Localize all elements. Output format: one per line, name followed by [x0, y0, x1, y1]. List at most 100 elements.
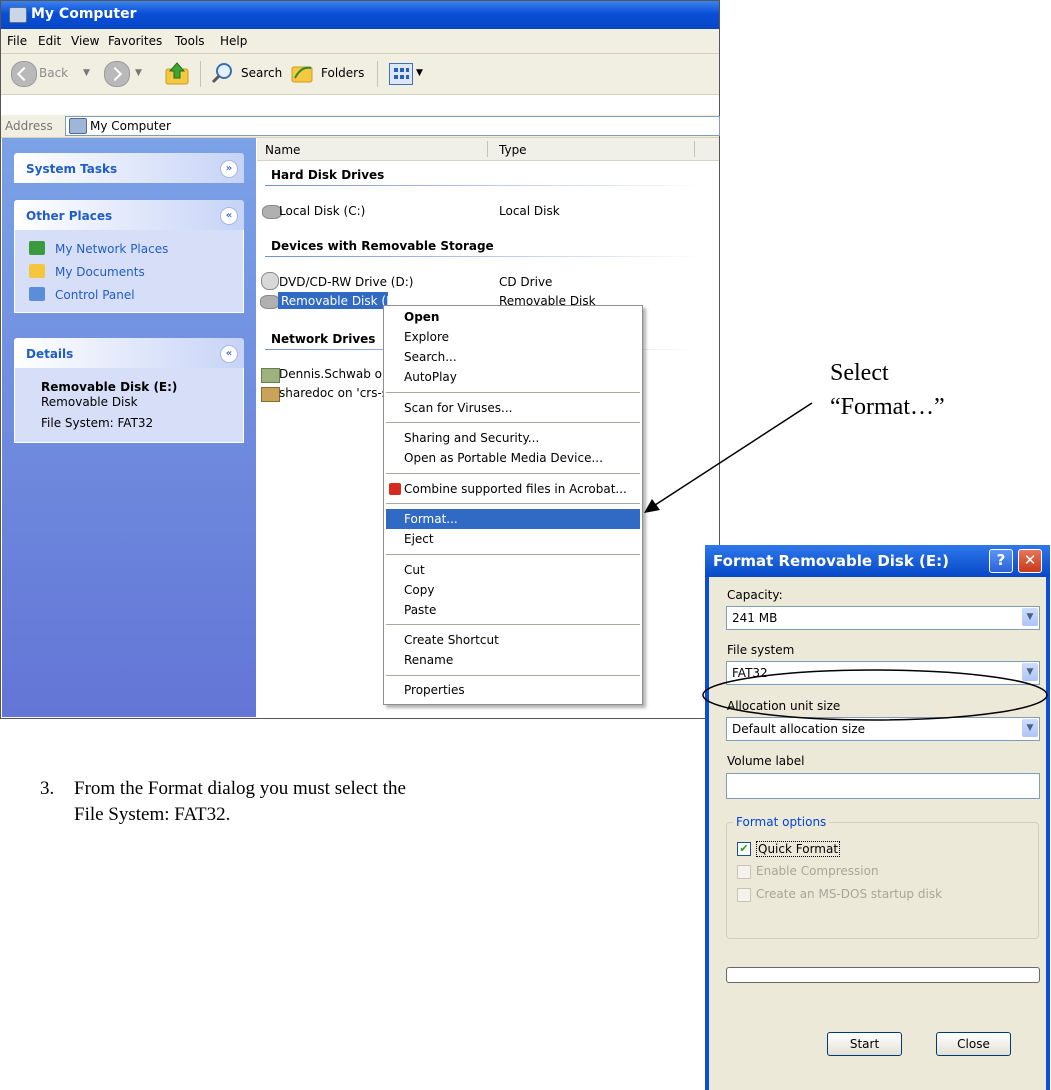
- menu-separator: [386, 503, 640, 504]
- menu-item-rename[interactable]: Rename: [404, 653, 453, 667]
- folders-button[interactable]: Folders: [321, 66, 364, 80]
- address-value: My Computer: [90, 119, 171, 133]
- format-progress-bar: [726, 967, 1040, 983]
- back-arrow-icon[interactable]: [11, 61, 37, 87]
- menu-item-portable-media[interactable]: Open as Portable Media Device...: [404, 451, 603, 465]
- menu-item-copy[interactable]: Copy: [404, 583, 434, 597]
- instruction-line-1: From the Format dialog you must select t…: [74, 778, 406, 799]
- item-network-drive-2[interactable]: sharedoc on 'crs-s: [279, 386, 388, 400]
- system-tasks-header[interactable]: System Tasks »: [14, 153, 244, 183]
- chevron-down-icon[interactable]: ▼: [1022, 608, 1038, 626]
- views-icon[interactable]: [389, 63, 413, 85]
- folders-icon[interactable]: [291, 62, 315, 84]
- step-number: 3.: [40, 778, 55, 799]
- quick-format-checkbox[interactable]: ✔: [737, 842, 751, 856]
- annotation-select: Select: [830, 360, 889, 386]
- other-places-header[interactable]: Other Places «: [14, 200, 244, 230]
- removable-disk-icon: [260, 295, 280, 309]
- menu-item-cut[interactable]: Cut: [404, 563, 425, 577]
- enable-compression-label[interactable]: Enable Compression: [756, 864, 879, 878]
- link-my-documents[interactable]: My Documents: [55, 265, 145, 279]
- address-label: Address: [5, 119, 53, 133]
- menu-item-combine-acrobat[interactable]: Combine supported files in Acrobat...: [404, 482, 627, 496]
- menu-view[interactable]: View: [71, 34, 99, 48]
- enable-compression-checkbox[interactable]: [737, 865, 751, 879]
- dialog-title-bar: Format Removable Disk (E:) ? ✕: [705, 545, 1050, 577]
- instruction-line-2: File System: FAT32.: [74, 804, 231, 825]
- menu-bar: File Edit View Favorites Tools Help: [1, 29, 719, 54]
- menu-item-eject[interactable]: Eject: [404, 532, 434, 546]
- title-bar: My Computer: [1, 1, 719, 29]
- menu-separator: [386, 392, 640, 393]
- close-button[interactable]: Close: [936, 1032, 1011, 1056]
- forward-dropdown-icon[interactable]: ▼: [135, 68, 142, 78]
- msdos-startup-checkbox[interactable]: [737, 888, 751, 902]
- menu-item-scan-viruses[interactable]: Scan for Viruses...: [404, 401, 512, 415]
- up-folder-icon[interactable]: [164, 60, 190, 86]
- back-dropdown-icon[interactable]: ▼: [83, 68, 90, 78]
- column-name[interactable]: Name: [265, 143, 300, 157]
- toolbar: Back ▼ ▼ Search Folders ▼: [1, 54, 719, 95]
- menu-item-autoplay[interactable]: AutoPlay: [404, 370, 457, 384]
- expand-chevron-icon[interactable]: »: [220, 160, 238, 178]
- link-control-panel[interactable]: Control Panel: [55, 288, 135, 302]
- start-button[interactable]: Start: [827, 1032, 902, 1056]
- column-divider[interactable]: [694, 141, 695, 157]
- menu-item-create-shortcut[interactable]: Create Shortcut: [404, 633, 499, 647]
- file-system-highlight-ellipse: [702, 669, 1048, 721]
- my-computer-icon: [9, 7, 27, 23]
- item-local-disk-c[interactable]: Local Disk (C:): [279, 204, 365, 218]
- menu-tools[interactable]: Tools: [175, 34, 205, 48]
- forward-arrow-icon[interactable]: [104, 61, 130, 87]
- toolbar-separator: [377, 61, 378, 87]
- menu-item-format[interactable]: Format...: [404, 512, 458, 526]
- group-removable-storage: Devices with Removable Storage: [271, 239, 494, 253]
- details-body: Removable Disk (E:) Removable Disk File …: [14, 368, 244, 443]
- capacity-select[interactable]: 241 MB ▼: [726, 606, 1040, 630]
- back-button[interactable]: Back: [39, 66, 68, 80]
- details-filesystem: File System: FAT32: [41, 416, 154, 430]
- menu-item-search[interactable]: Search...: [404, 350, 457, 364]
- task-pane: System Tasks » Other Places « My Network…: [2, 138, 256, 717]
- group-divider: [265, 256, 705, 257]
- collapse-chevron-icon[interactable]: «: [220, 345, 238, 363]
- collapse-chevron-icon[interactable]: «: [220, 207, 238, 225]
- volume-label-input[interactable]: [726, 773, 1040, 799]
- menu-file[interactable]: File: [7, 34, 27, 48]
- menu-item-paste[interactable]: Paste: [404, 603, 436, 617]
- menu-separator: [386, 473, 640, 474]
- item-dvd-drive-d[interactable]: DVD/CD-RW Drive (D:): [279, 275, 413, 289]
- column-divider[interactable]: [487, 141, 488, 157]
- search-icon[interactable]: [211, 62, 233, 84]
- quick-format-label[interactable]: Quick Format: [756, 841, 841, 857]
- annotation-format: “Format…”: [830, 394, 945, 420]
- menu-favorites[interactable]: Favorites: [108, 34, 162, 48]
- menu-item-sharing-security[interactable]: Sharing and Security...: [404, 431, 539, 445]
- close-icon[interactable]: ✕: [1018, 549, 1042, 573]
- capacity-label: Capacity:: [727, 588, 783, 602]
- views-dropdown-icon[interactable]: ▼: [416, 68, 423, 78]
- menu-item-properties[interactable]: Properties: [404, 683, 465, 697]
- menu-item-open[interactable]: Open: [404, 310, 439, 324]
- control-panel-icon: [29, 287, 45, 301]
- address-field[interactable]: My Computer: [65, 116, 720, 136]
- msdos-startup-label[interactable]: Create an MS-DOS startup disk: [756, 887, 942, 901]
- search-button[interactable]: Search: [241, 66, 282, 80]
- item-network-drive-1[interactable]: Dennis.Schwab on: [279, 367, 390, 381]
- format-options-title: Format options: [733, 815, 830, 829]
- menu-separator: [386, 624, 640, 625]
- help-icon[interactable]: ?: [989, 549, 1013, 573]
- cd-drive-icon: [261, 272, 279, 290]
- dialog-title: Format Removable Disk (E:): [713, 552, 949, 570]
- details-header[interactable]: Details «: [14, 338, 244, 368]
- file-system-label: File system: [727, 643, 795, 657]
- details-type: Removable Disk: [41, 395, 138, 409]
- column-header: Name Type: [257, 138, 719, 161]
- group-hard-disk-drives: Hard Disk Drives: [271, 168, 385, 182]
- menu-item-explore[interactable]: Explore: [404, 330, 449, 344]
- link-my-network-places[interactable]: My Network Places: [55, 242, 168, 256]
- group-divider: [265, 185, 705, 186]
- column-type[interactable]: Type: [499, 143, 527, 157]
- menu-help[interactable]: Help: [220, 34, 247, 48]
- menu-edit[interactable]: Edit: [38, 34, 61, 48]
